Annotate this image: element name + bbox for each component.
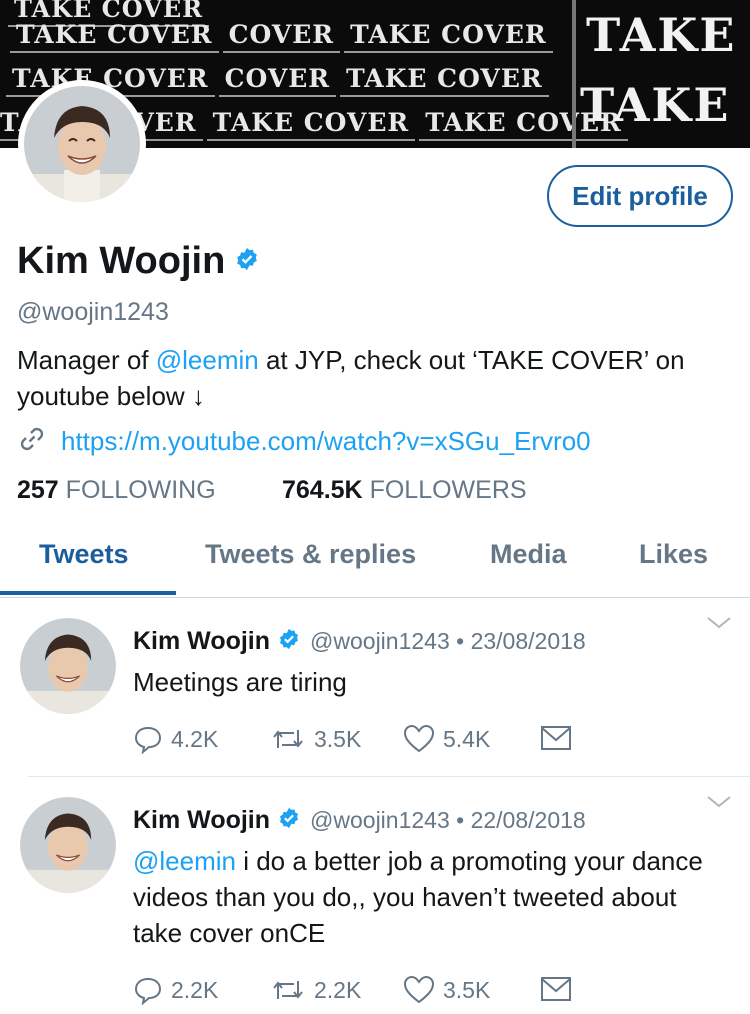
reply-count: 4.2K	[171, 725, 219, 752]
active-tab-indicator	[0, 591, 176, 595]
banner-big-text: TAKE C	[580, 78, 750, 132]
followers-label: FOLLOWERS	[369, 476, 527, 504]
tab-tweets[interactable]: Tweets	[39, 539, 129, 570]
banner-text: TAKE COVER	[10, 18, 219, 53]
tweet-actions: 2.2K 2.2K 3.5K	[133, 975, 633, 1011]
tweet-avatar[interactable]	[20, 618, 116, 714]
avatar-image	[20, 618, 116, 714]
heart-icon	[403, 724, 435, 753]
tweet-text: @leemin i do a better job a promoting yo…	[133, 843, 723, 951]
profile-website-row: https://m.youtube.com/watch?v=xSGu_Ervro…	[17, 424, 591, 459]
bio-text: Manager of	[17, 345, 156, 375]
heart-icon	[403, 975, 435, 1004]
verified-badge-icon	[235, 247, 259, 276]
tweet-avatar[interactable]	[20, 797, 116, 893]
chevron-down-icon[interactable]	[706, 616, 732, 635]
profile-website-link[interactable]: https://m.youtube.com/watch?v=xSGu_Ervro…	[61, 426, 591, 457]
chevron-down-icon[interactable]	[706, 795, 732, 814]
verified-badge-icon	[278, 807, 300, 834]
profile-handle: @woojin1243	[17, 298, 169, 326]
banner-text: TAKE COVER	[206, 106, 416, 141]
profile-avatar[interactable]	[18, 80, 146, 208]
following-stat[interactable]: 257 FOLLOWING	[17, 476, 216, 504]
followers-stat[interactable]: 764.5K FOLLOWERS	[282, 476, 527, 505]
tab-tweets-replies[interactable]: Tweets & replies	[205, 539, 416, 570]
avatar-image	[20, 797, 116, 893]
banner-text: TAKE COVER	[344, 18, 553, 53]
edit-profile-button[interactable]: Edit profile	[547, 165, 733, 227]
tweet-header: Kim Woojin @woojin1243 • 23/08/2018	[133, 627, 586, 656]
banner-tear	[572, 0, 576, 148]
profile-stats: 257 FOLLOWING 764.5K FOLLOWERS	[17, 476, 527, 505]
reply-button[interactable]: 4.2K	[133, 724, 218, 754]
following-count: 257	[17, 476, 59, 504]
direct-message-button[interactable]	[540, 975, 572, 1003]
tab-likes[interactable]: Likes	[639, 539, 708, 570]
retweet-button[interactable]: 3.5K	[270, 724, 361, 754]
banner-text-row: TAKE COVER COVER TAKE COVER	[10, 18, 557, 53]
following-label: FOLLOWING	[65, 476, 216, 504]
envelope-icon	[541, 726, 571, 750]
tweet[interactable]: Kim Woojin @woojin1243 • 22/08/2018 @lee…	[0, 777, 750, 1014]
banner-text: COVER	[218, 62, 337, 97]
tweet[interactable]: Kim Woojin @woojin1243 • 23/08/2018 Meet…	[0, 598, 750, 776]
like-button[interactable]: 5.4K	[403, 724, 490, 754]
tweet-author-name[interactable]: Kim Woojin	[133, 627, 270, 656]
tweet-mention-link[interactable]: @leemin	[133, 846, 236, 876]
direct-message-button[interactable]	[540, 724, 572, 752]
banner-text: COVER	[222, 18, 341, 53]
like-count: 5.4K	[443, 725, 491, 752]
like-button[interactable]: 3.5K	[403, 975, 490, 1005]
profile-name-row: Kim Woojin	[17, 240, 259, 283]
tweet-text: Meetings are tiring	[133, 664, 723, 700]
reply-button[interactable]: 2.2K	[133, 975, 218, 1005]
avatar-image	[24, 86, 140, 202]
tweet-header: Kim Woojin @woojin1243 • 22/08/2018	[133, 806, 586, 835]
like-count: 3.5K	[443, 976, 491, 1003]
reply-icon	[134, 726, 162, 754]
reply-icon	[134, 977, 162, 1005]
followers-count: 764.5K	[282, 476, 363, 504]
tweet-meta: @woojin1243 • 23/08/2018	[310, 628, 586, 654]
profile-name: Kim Woojin	[17, 240, 226, 282]
profile-bio: Manager of @leemin at JYP, check out ‘TA…	[17, 342, 717, 414]
link-icon	[17, 424, 47, 459]
reply-count: 2.2K	[171, 976, 219, 1003]
envelope-icon	[541, 977, 571, 1001]
retweet-count: 2.2K	[314, 976, 362, 1003]
banner-text: TAKE COVER	[340, 62, 549, 97]
verified-badge-icon	[278, 628, 300, 655]
retweet-icon	[273, 730, 303, 748]
tweet-body: Meetings are tiring	[133, 667, 347, 697]
retweet-count: 3.5K	[314, 725, 362, 752]
retweet-icon	[273, 981, 303, 999]
banner-big-text: TAKE C	[586, 8, 750, 62]
tweet-meta: @woojin1243 • 22/08/2018	[310, 807, 586, 833]
bio-mention-link[interactable]: @leemin	[156, 345, 259, 375]
tweet-author-name[interactable]: Kim Woojin	[133, 806, 270, 835]
tweet-actions: 4.2K 3.5K 5.4K	[133, 724, 633, 760]
tab-media[interactable]: Media	[490, 539, 567, 570]
profile-tabs: Tweets Tweets & replies Media Likes	[0, 525, 750, 598]
retweet-button[interactable]: 2.2K	[270, 975, 361, 1005]
